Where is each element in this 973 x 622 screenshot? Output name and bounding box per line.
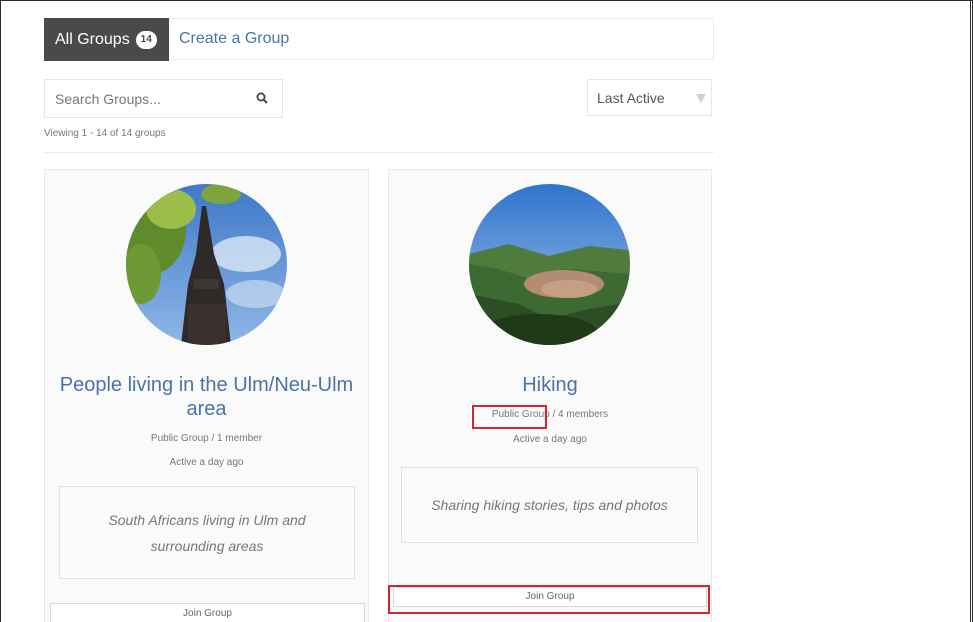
group-description: Sharing hiking stories, tips and photos <box>401 467 698 543</box>
group-member-count: / 4 members <box>549 409 609 420</box>
group-type-label: Public Group <box>491 409 550 420</box>
tab-create-group[interactable]: Create a Group <box>179 19 289 59</box>
divider <box>44 152 714 153</box>
pagination-count: Viewing 1 - 14 of 14 groups <box>44 128 166 139</box>
group-description: South Africans living in Ulm and surroun… <box>59 486 355 579</box>
search-input[interactable] <box>45 80 245 117</box>
group-tabs: All Groups 14 Create a Group <box>44 18 714 61</box>
tab-all-groups[interactable]: All Groups 14 <box>44 18 169 61</box>
group-title-link[interactable]: Hiking <box>399 373 701 397</box>
tab-all-groups-label: All Groups <box>55 30 130 48</box>
group-avatar[interactable] <box>469 184 630 345</box>
group-card: People living in the Ulm/Neu-Ulm area Pu… <box>44 169 369 622</box>
chevron-down-icon <box>696 94 706 103</box>
group-card: Hiking Public Group / 4 members Active a… <box>388 169 712 622</box>
group-last-active: Active a day ago <box>169 457 244 468</box>
group-last-active: Active a day ago <box>513 434 587 445</box>
group-meta: Public Group / 4 members <box>389 409 711 420</box>
search-icon[interactable] <box>255 91 271 107</box>
groups-count-badge: 14 <box>135 30 157 49</box>
join-group-button[interactable]: Join Group <box>50 603 365 622</box>
group-avatar[interactable] <box>126 184 287 345</box>
sort-selected-value: Last Active <box>597 89 665 106</box>
group-title-link[interactable]: People living in the Ulm/Neu-Ulm area <box>55 373 358 421</box>
sort-select[interactable]: Last Active <box>587 79 712 116</box>
join-group-button[interactable]: Join Group <box>393 587 707 607</box>
search-form <box>44 79 283 118</box>
group-meta: Public Group / 1 member <box>150 433 263 444</box>
